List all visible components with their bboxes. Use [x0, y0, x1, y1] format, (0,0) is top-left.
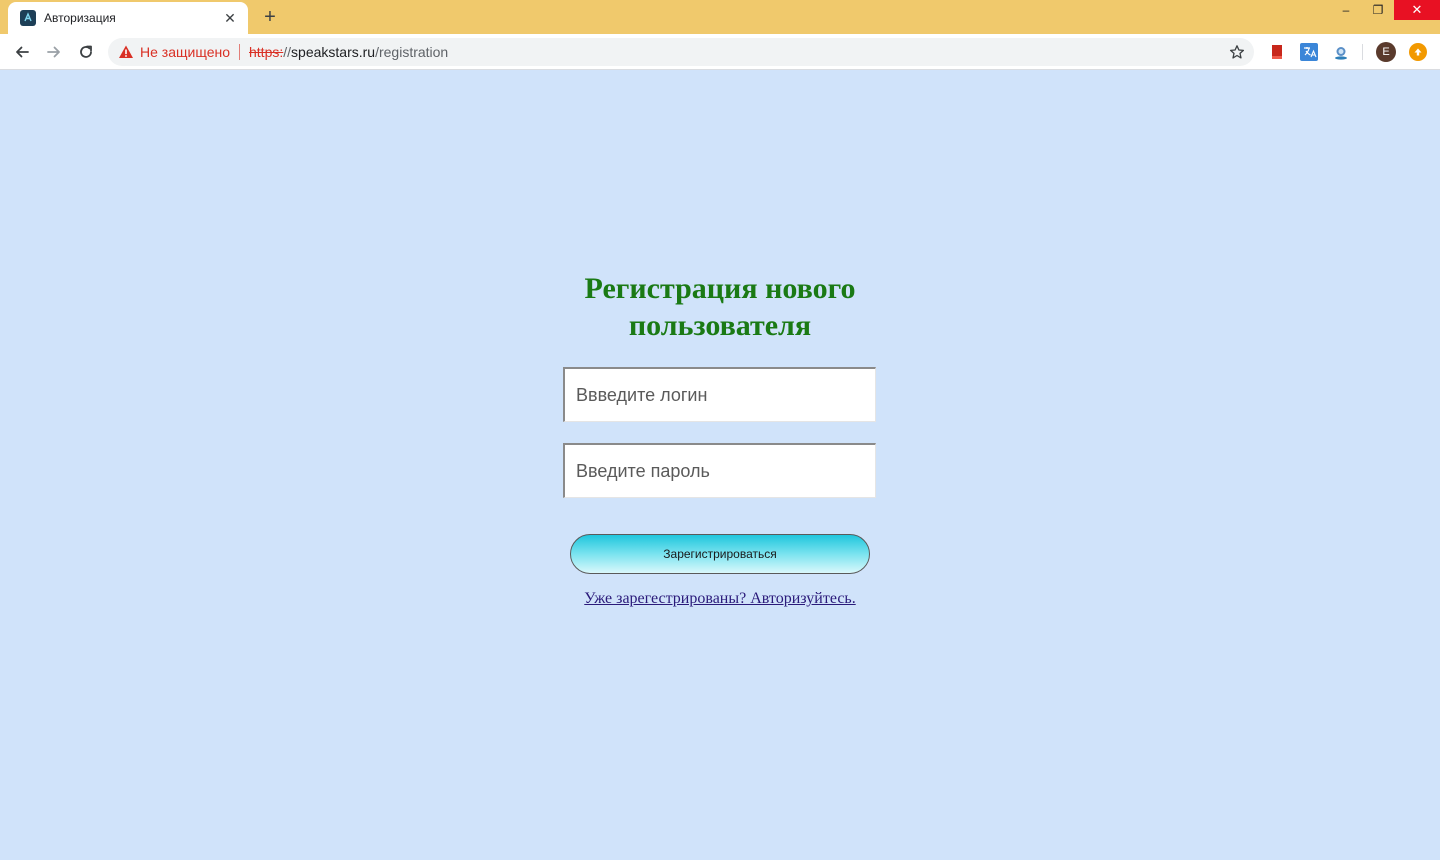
url-path: /registration: [375, 44, 449, 60]
arrow-left-icon: [16, 46, 29, 58]
forward-button[interactable]: [42, 40, 66, 64]
restore-button[interactable]: ❐: [1362, 0, 1394, 20]
site-favicon-icon: [20, 10, 36, 26]
address-bar[interactable]: Не защищено https://speakstars.ru/regist…: [108, 38, 1254, 66]
browser-titlebar: Авторизация ✕ + – ❐ ✕: [0, 0, 1440, 34]
url-scheme: https:: [249, 44, 284, 60]
password-input[interactable]: [563, 443, 876, 498]
address-divider: [239, 44, 240, 60]
url-text[interactable]: https://speakstars.ru/registration: [249, 44, 448, 60]
login-input[interactable]: [563, 367, 876, 422]
back-button[interactable]: [10, 40, 34, 64]
new-tab-button[interactable]: +: [258, 5, 282, 29]
register-button[interactable]: Зарегистрироваться: [570, 534, 870, 574]
arrow-right-icon: [47, 46, 60, 58]
warning-icon: [119, 45, 133, 58]
page-content: Регистрация нового пользователя Зарегист…: [0, 71, 1440, 860]
bookmark-red-icon[interactable]: [1268, 43, 1286, 61]
minimize-button[interactable]: –: [1330, 0, 1362, 20]
reload-button[interactable]: [74, 40, 98, 64]
translate-icon[interactable]: [1300, 43, 1318, 61]
toolbar-divider: [1362, 44, 1363, 60]
globe-extension-icon[interactable]: [1332, 43, 1350, 61]
url-host: speakstars.ru: [291, 44, 376, 60]
close-window-button[interactable]: ✕: [1394, 0, 1440, 20]
security-label[interactable]: Не защищено: [140, 44, 230, 60]
reload-icon: [80, 45, 92, 58]
bookmark-star-icon[interactable]: [1228, 43, 1246, 61]
page-title: Регистрация нового пользователя: [584, 272, 856, 342]
tab-close-icon[interactable]: ✕: [222, 10, 238, 26]
browser-toolbar: Не защищено https://speakstars.ru/regist…: [0, 34, 1440, 70]
login-link[interactable]: Уже зарегестрированы? Авторизуйтесь.: [540, 590, 900, 608]
update-icon[interactable]: [1409, 43, 1427, 61]
window-controls: – ❐ ✕: [1330, 0, 1440, 20]
url-slashes: //: [283, 44, 292, 60]
profile-avatar[interactable]: E: [1376, 42, 1396, 62]
browser-tab[interactable]: Авторизация ✕: [8, 2, 248, 34]
tab-title: Авторизация: [44, 11, 116, 25]
